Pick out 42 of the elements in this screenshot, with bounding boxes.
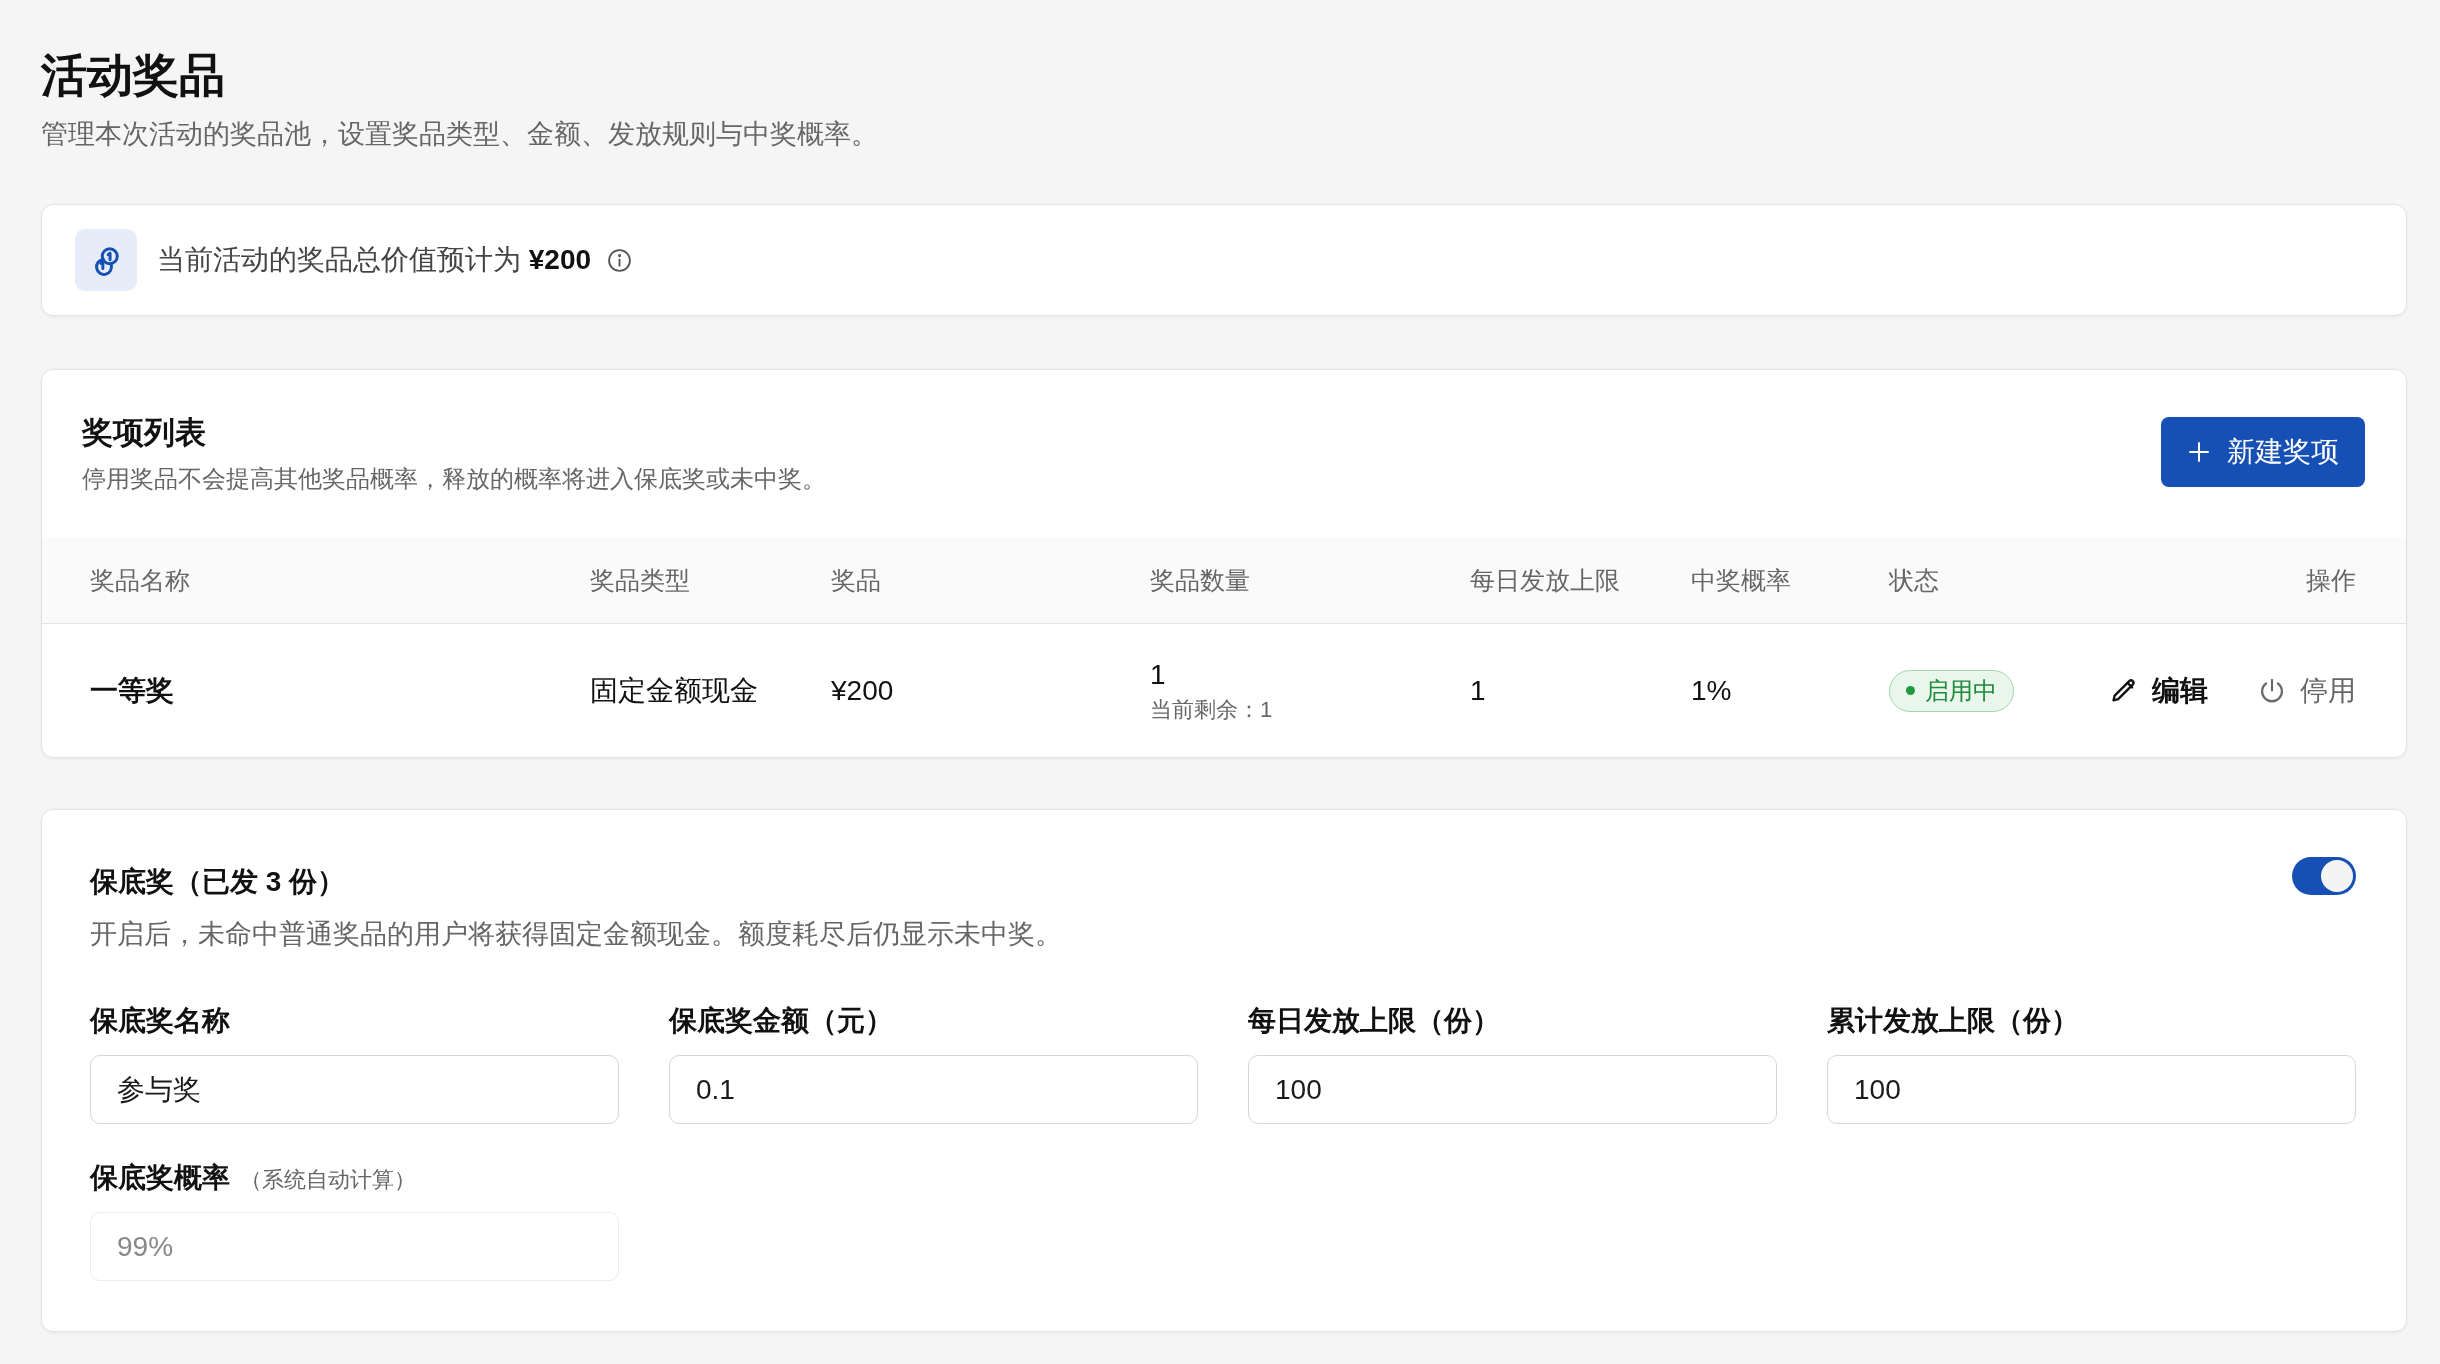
- column-header: 每日发放上限: [1470, 565, 1621, 596]
- page-title: 活动奖品: [41, 48, 226, 103]
- section-title: 奖项列表: [82, 414, 207, 452]
- info-icon: [607, 247, 633, 273]
- table-cell-text: 一等奖: [90, 673, 175, 708]
- table-cell-text: 固定金额现金: [590, 673, 759, 708]
- power-icon: [2258, 676, 2286, 705]
- column-header: 奖品数量: [1150, 565, 1251, 596]
- field-label: 保底奖名称: [90, 1004, 230, 1038]
- edit-button[interactable]: 编辑: [2100, 665, 2218, 716]
- table-cell-text: ¥200: [831, 673, 895, 708]
- toggle-switch[interactable]: [2292, 857, 2356, 895]
- section-description: 开启后，未命中普通奖品的用户将获得固定金额现金。额度耗尽后仍显示未中奖。: [90, 918, 1062, 951]
- table-cell-text: 1: [1150, 657, 1166, 692]
- table-cell-text: 1%: [1691, 673, 1733, 708]
- disable-button[interactable]: 停用: [2248, 665, 2366, 716]
- coins-icon: [75, 229, 137, 291]
- page-description: 管理本次活动的奖品池，设置奖品类型、金额、发放规则与中奖概率。: [41, 118, 879, 151]
- input-field[interactable]: 0.1: [669, 1055, 1198, 1124]
- column-header: 奖品: [831, 565, 882, 596]
- column-header: 操作: [2306, 565, 2356, 596]
- section-description: 停用奖品不会提高其他奖品概率，释放的概率将进入保底奖或未中奖。: [82, 464, 826, 494]
- new-prize-button[interactable]: 新建奖项: [2161, 417, 2365, 487]
- field-label: 保底奖金额（元）: [669, 1004, 893, 1038]
- status-label: 启用中: [1925, 675, 1997, 706]
- table-cell-text: 1: [1470, 673, 1487, 708]
- input-field[interactable]: 100: [1827, 1055, 2356, 1124]
- section-title: 保底奖（已发 3 份）: [90, 865, 347, 899]
- field-label: 保底奖概率: [90, 1161, 230, 1195]
- field-label: 累计发放上限（份）: [1827, 1004, 2079, 1038]
- summary-text: 当前活动的奖品总价值预计为 ¥200: [157, 243, 592, 277]
- column-header: 奖品名称: [90, 565, 191, 596]
- column-header: 状态: [1889, 565, 1940, 596]
- field-note: （系统自动计算）: [240, 1166, 416, 1194]
- input-field[interactable]: 100: [1248, 1055, 1777, 1124]
- input-field[interactable]: 参与奖: [90, 1055, 619, 1124]
- remaining-note: 当前剩余：1: [1150, 695, 1273, 724]
- field-label: 每日发放上限（份）: [1248, 1004, 1500, 1038]
- pencil-icon: [2110, 676, 2138, 705]
- plus-icon: [2187, 440, 2211, 464]
- column-header: 中奖概率: [1691, 565, 1792, 596]
- column-header: 奖品类型: [590, 565, 691, 596]
